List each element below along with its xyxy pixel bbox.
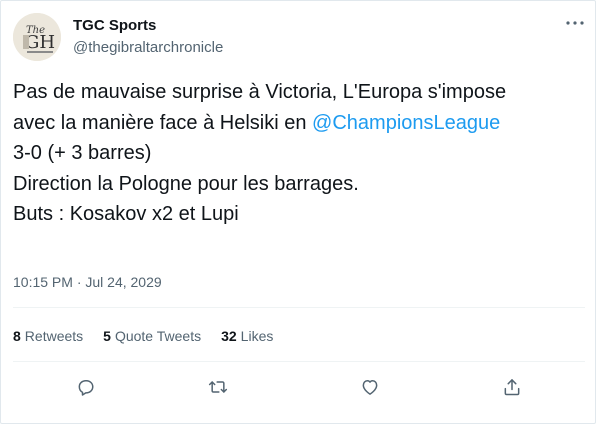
quote-tweets-stat[interactable]: 5 Quote Tweets — [103, 328, 201, 344]
likes-count: 32 — [221, 328, 237, 344]
newspaper-logo-icon: The GH — [13, 13, 61, 61]
like-icon — [362, 380, 378, 395]
mention-link[interactable]: @ChampionsLeague — [312, 112, 500, 134]
share-button[interactable] — [499, 374, 525, 400]
tweet-line: avec la manière face à Helsiki en — [13, 111, 313, 134]
retweets-count: 8 — [13, 328, 21, 344]
author-handle[interactable]: @thegibraltarchronicle — [73, 39, 223, 56]
tweet-line: 3-0 (+ 3 barres) — [13, 142, 152, 164]
tweet-card: The GH TGC Sports @thegibraltarchronicle… — [0, 0, 596, 424]
likes-label: Likes — [240, 328, 274, 344]
svg-text:GH: GH — [25, 32, 55, 53]
like-button[interactable] — [357, 374, 383, 400]
action-bar — [1, 374, 596, 400]
reply-icon — [78, 380, 94, 396]
more-icon — [566, 21, 584, 25]
tweet-line: Pas de mauvaise surprise à Victoria, L'E… — [13, 81, 507, 103]
tweet-line: Direction la Pologne pour les barrages. — [13, 172, 359, 195]
avatar[interactable]: The GH — [13, 13, 61, 61]
retweet-icon — [208, 381, 228, 393]
author-display-name[interactable]: TGC Sports — [73, 17, 156, 34]
reply-button[interactable] — [73, 374, 99, 400]
divider — [13, 361, 585, 362]
retweets-label: Retweets — [24, 328, 84, 344]
tweet-timestamp[interactable]: 10:15 PM · Jul 24, 2029 — [13, 274, 162, 290]
tweet-line: Buts : Kosakov x2 et Lupi — [13, 203, 239, 225]
quote-tweets-label: Quote Tweets — [114, 328, 202, 344]
engagement-stats: 8 Retweets 5 Quote Tweets 32 Likes — [13, 328, 273, 344]
tweet-text: Pas de mauvaise surprise à Victoria, L'E… — [13, 77, 585, 230]
share-icon — [504, 379, 520, 396]
retweets-stat[interactable]: 8 Retweets — [13, 328, 83, 344]
quote-tweets-count: 5 — [103, 328, 111, 344]
likes-stat[interactable]: 32 Likes — [221, 328, 273, 344]
divider — [13, 307, 585, 308]
retweet-button[interactable] — [205, 374, 231, 400]
more-options-button[interactable] — [563, 13, 587, 33]
